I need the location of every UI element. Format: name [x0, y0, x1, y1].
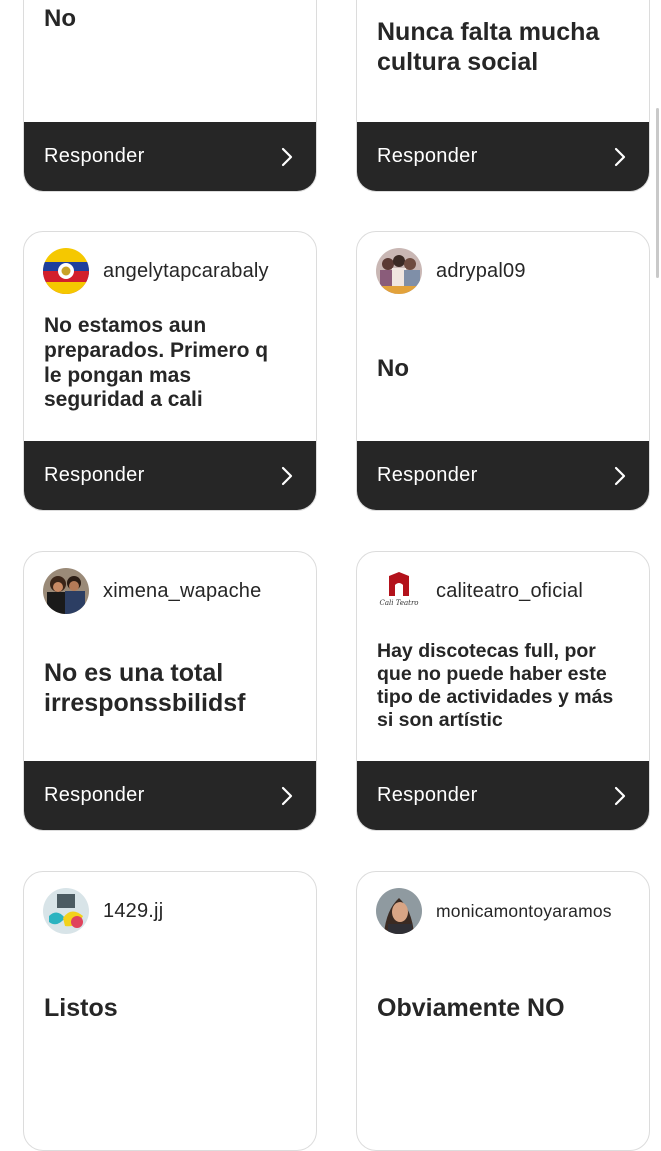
response-text: Obviamente NO — [377, 994, 565, 1022]
group-photo-avatar-image — [376, 248, 422, 294]
reply-label: Responder — [377, 784, 478, 806]
card-header: adrypal09 — [376, 248, 526, 294]
chevron-right-icon — [614, 466, 626, 485]
question-response-card: ximena_wapache No es una total irrespons… — [23, 551, 317, 831]
avatar[interactable] — [376, 248, 422, 294]
chevron-right-icon — [614, 147, 626, 166]
username[interactable]: ximena_wapache — [103, 580, 261, 603]
scrollbar[interactable] — [656, 108, 659, 278]
card-header: Cali Teatro caliteatro_oficial — [376, 568, 583, 614]
chevron-right-icon — [281, 466, 293, 485]
reply-button[interactable]: Responder — [357, 441, 649, 510]
caliteatro-logo-text: Cali Teatro — [379, 599, 419, 607]
avatar[interactable] — [43, 888, 89, 934]
couple-photo-avatar-image — [43, 568, 89, 614]
question-response-card: monicamontoyaramos Obviamente NO — [356, 871, 650, 1151]
response-text: No — [377, 355, 409, 382]
card-header: angelytapcarabaly — [43, 248, 269, 294]
question-response-card: 1429.jj Listos — [23, 871, 317, 1151]
flag-avatar-image — [43, 248, 89, 294]
card-header: ximena_wapache — [43, 568, 261, 614]
sticker-avatar-image — [43, 888, 89, 934]
reply-button[interactable]: Responder — [24, 761, 316, 830]
reply-label: Responder — [44, 464, 145, 486]
username[interactable]: angelytapcarabaly — [103, 260, 269, 283]
chevron-right-icon — [614, 786, 626, 805]
response-text: No es una total irresponssbilidsf — [44, 659, 246, 717]
profile-photo-avatar-image — [376, 888, 422, 934]
username[interactable]: monicamontoyaramos — [436, 901, 612, 922]
reply-button[interactable]: Responder — [357, 122, 649, 191]
reply-button[interactable]: Responder — [24, 122, 316, 191]
avatar[interactable] — [43, 568, 89, 614]
question-response-card: adrypal09 No Responder — [356, 231, 650, 511]
response-text: No — [44, 5, 76, 32]
reply-label: Responder — [377, 464, 478, 486]
avatar[interactable] — [43, 248, 89, 294]
card-header: 1429.jj — [43, 888, 163, 934]
reply-label: Responder — [44, 145, 145, 167]
response-text: Hay discotecas full, por que no puede ha… — [377, 640, 614, 731]
reply-label: Responder — [377, 145, 478, 167]
reply-label: Responder — [44, 784, 145, 806]
question-response-card: Cali Teatro caliteatro_oficial Hay disco… — [356, 551, 650, 831]
response-text: No estamos aun preparados. Primero q le … — [44, 314, 269, 412]
username[interactable]: adrypal09 — [436, 260, 526, 283]
avatar[interactable]: Cali Teatro — [376, 568, 422, 614]
response-text: Nunca falta mucha cultura social — [377, 18, 600, 76]
question-response-card: angelytapcarabaly No estamos aun prepara… — [23, 231, 317, 511]
question-response-card: No Responder — [23, 0, 317, 192]
card-header: monicamontoyaramos — [376, 888, 612, 934]
reply-button[interactable]: Responder — [24, 441, 316, 510]
caliteatro-logo-icon — [376, 568, 422, 614]
response-text: Listos — [44, 994, 118, 1022]
chevron-right-icon — [281, 786, 293, 805]
chevron-right-icon — [281, 147, 293, 166]
username[interactable]: 1429.jj — [103, 900, 163, 923]
username[interactable]: caliteatro_oficial — [436, 580, 583, 603]
avatar[interactable] — [376, 888, 422, 934]
reply-button[interactable]: Responder — [357, 761, 649, 830]
question-response-card: Nunca falta mucha cultura social Respond… — [356, 0, 650, 192]
